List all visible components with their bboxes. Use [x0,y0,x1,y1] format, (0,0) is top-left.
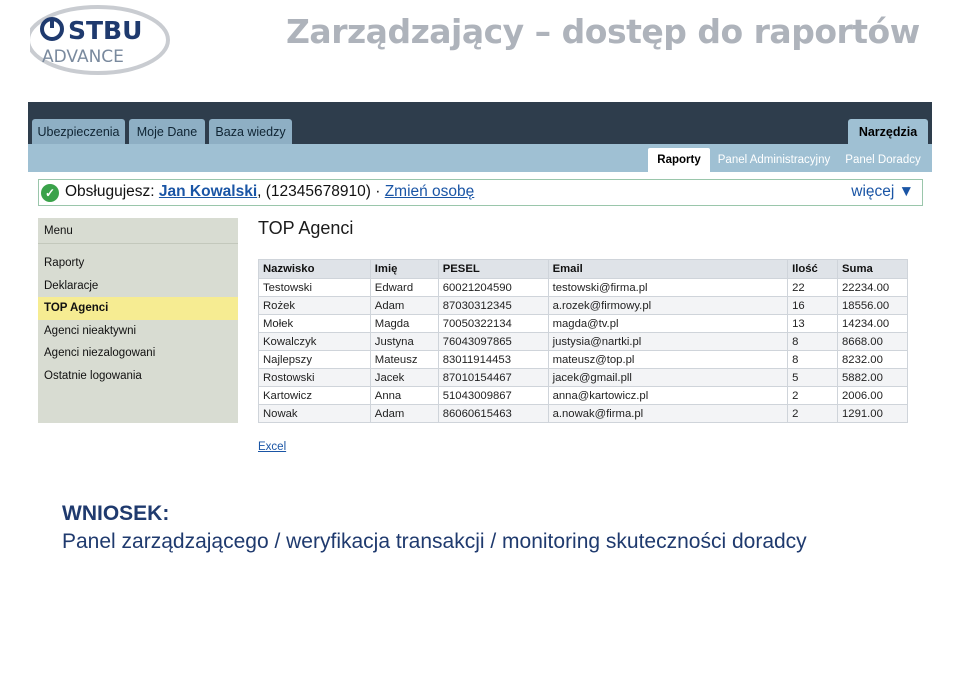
table-row: Rożek Adam 87030312345 a.rozek@firmowy.pl 16… [258,296,908,315]
current-agent-name: Jan Kowalski [158,183,258,200]
table-cell: 87010154467 [437,368,549,387]
tab-baza-wiedzy[interactable]: Baza wiedzy [209,119,292,145]
tab-moje-dane[interactable]: Moje Dane [129,119,205,145]
table-cell: Jacek [369,368,439,387]
table-cell: 8668.00 [837,332,908,351]
table-cell: Rostowski [258,368,371,387]
table-cell: 8 [787,332,839,351]
change-person-link[interactable]: Zmień osobę [385,183,475,200]
column-header-email[interactable]: Email [547,259,789,279]
conclusion-text: Panel zarządzającego / weryfikacja trans… [62,530,807,553]
table-cell: Mołek [258,314,371,333]
table-header-row: Nazwisko Imię PESEL Email Ilość Suma [258,259,908,279]
table-row: Rostowski Jacek 87010154467 jacek@gmail.pll… [258,368,908,387]
table-cell: Justyna [369,332,439,351]
sub-nav-bar: Raporty Panel Administracyjny Panel Dora… [28,144,932,172]
table-cell: Rożek [258,296,371,315]
table-cell: testowski@firma.pl [547,278,789,297]
table-cell: 22234.00 [837,278,908,297]
table-cell: magda@tv.pl [547,314,789,333]
table-cell: justysia@nartki.pl [547,332,789,351]
table-cell: 87030312345 [437,296,549,315]
column-header-ilosc[interactable]: Ilość [787,259,839,279]
table-row: Nowak Adam 86060615463 a.nowak@firma.pl 2 129… [258,404,908,423]
table-cell: 13 [787,314,839,333]
page-heading: TOP Agenci [258,218,354,238]
table-cell: 2 [787,386,839,405]
column-header-suma[interactable]: Suma [837,259,908,279]
slide-title: Zarządzający – dostęp do raportów [286,12,920,51]
subtab-panel-doradcy[interactable]: Panel Doradcy [840,148,926,172]
table-cell: Kowalczyk [258,332,371,351]
column-header-pesel[interactable]: PESEL [437,259,549,279]
logo-line2: ADVANCE [42,47,124,67]
table-cell: Nowak [258,404,371,423]
table-cell: Adam [369,296,439,315]
conclusion-label: WNIOSEK: [62,502,170,525]
table-cell: 76043097865 [437,332,549,351]
table-row: Kartowicz Anna 51043009867 anna@kartowicz.p… [258,386,908,405]
table-cell: 70050322134 [437,314,549,333]
menu-item-raporty[interactable]: Raporty [38,252,238,275]
menu-item-deklaracje[interactable]: Deklaracje [38,275,238,298]
table-cell: Najlepszy [258,350,371,369]
table-cell: Anna [369,386,439,405]
table-cell: 51043009867 [437,386,549,405]
table-cell: 22 [787,278,839,297]
top-agents-table: Nazwisko Imię PESEL Email Ilość Suma Tes… [258,259,908,423]
column-header-imie[interactable]: Imię [369,259,439,279]
table-cell: a.rozek@firmowy.pl [547,296,789,315]
table-cell: jacek@gmail.pll [547,368,789,387]
table-cell: 16 [787,296,839,315]
table-cell: Adam [369,404,439,423]
menu-item-agenci-nieaktywni[interactable]: Agenci nieaktywni [38,320,238,343]
table-cell: 83011914453 [437,350,549,369]
table-cell: 8 [787,350,839,369]
tab-ubezpieczenia[interactable]: Ubezpieczenia [32,119,125,145]
table-cell: a.nowak@firma.pl [547,404,789,423]
subtab-raporty[interactable]: Raporty [648,148,710,172]
table-cell: 1291.00 [837,404,908,423]
table-cell: Testowski [258,278,371,297]
table-cell: 2 [787,404,839,423]
menu-item-top-agenci[interactable]: TOP Agenci [38,297,238,320]
table-cell: mateusz@top.pl [547,350,789,369]
table-cell: 5 [787,368,839,387]
table-body: Testowski Edward 60021204590 testowski@firm… [258,278,908,423]
stbu-advance-logo: STBU ADVANCE [30,4,175,76]
acting-as-bar: ✓ Obsługujesz: Jan Kowalski, (1234567891… [38,179,923,206]
acting-as-prefix: Obsługujesz: [65,183,159,200]
table-row: Kowalczyk Justyna 76043097865 justysia@nart… [258,332,908,351]
table-cell: anna@kartowicz.pl [547,386,789,405]
table-cell: 60021204590 [437,278,549,297]
current-agent-id: , (12345678910) · [257,183,385,200]
table-cell: 8232.00 [837,350,908,369]
table-cell: 86060615463 [437,404,549,423]
table-cell: Magda [369,314,439,333]
table-cell: Kartowicz [258,386,371,405]
menu-item-agenci-niezalogowani[interactable]: Agenci niezalogowani [38,342,238,365]
column-header-nazwisko[interactable]: Nazwisko [258,259,371,279]
table-cell: 2006.00 [837,386,908,405]
table-cell: 18556.00 [837,296,908,315]
table-cell: 14234.00 [837,314,908,333]
menu-header: Menu [38,218,238,244]
table-row: Najlepszy Mateusz 83011914453 mateusz@top.p… [258,350,908,369]
more-dropdown[interactable]: więcej ▼ [851,183,914,201]
table-cell: Mateusz [369,350,439,369]
table-row: Mołek Magda 70050322134 magda@tv.pl 13 14234.… [258,314,908,333]
subtab-panel-administracyjny[interactable]: Panel Administracyjny [714,148,834,172]
table-row: Testowski Edward 60021204590 testowski@firm… [258,278,908,297]
check-icon: ✓ [41,184,59,202]
excel-export-link[interactable]: Excel [258,441,286,453]
tab-narzedzia[interactable]: Narzędzia [848,119,928,145]
main-nav-bar: Ubezpieczenia Moje Dane Baza wiedzy Narz… [28,102,932,145]
menu-item-ostatnie-logowania[interactable]: Ostatnie logowania [38,365,238,388]
app-window: Ubezpieczenia Moje Dane Baza wiedzy Narz… [28,102,932,462]
side-menu: Menu Raporty Deklaracje TOP Agenci Agenc… [38,218,238,423]
acting-as-text: Obsługujesz: Jan Kowalski, (12345678910)… [65,183,474,201]
table-cell: Edward [369,278,439,297]
table-cell: 5882.00 [837,368,908,387]
logo-line1: STBU [68,16,142,45]
